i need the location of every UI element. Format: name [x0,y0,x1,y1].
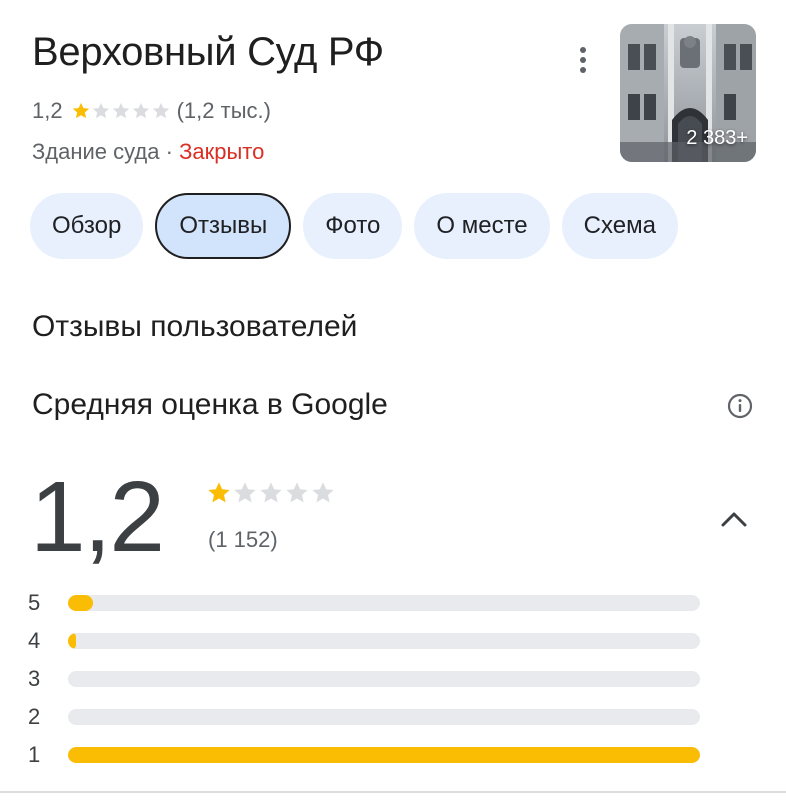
star-empty-icon [132,102,149,119]
chevron-up-icon [721,512,747,527]
star-empty-icon [260,482,282,503]
distribution-star-label: 4 [28,628,41,653]
rating-stars [71,101,171,121]
collapse-button[interactable] [714,502,754,536]
distribution-row: 5 [28,584,700,622]
distribution-bar-track [68,709,700,725]
average-stars [206,480,336,506]
tab-overview[interactable]: Обзор [30,193,144,259]
star-filled-icon [72,102,89,119]
distribution-bar-track [68,595,700,611]
star-empty-icon [312,482,334,503]
distribution-bar-track [68,747,700,763]
star-empty-icon [92,102,109,119]
place-title: Верховный Суд РФ [32,30,384,74]
more-options-button[interactable] [570,42,596,78]
category-status-line: Здание суда · Закрыто [32,139,264,165]
star-empty-icon [152,102,169,119]
distribution-row: 4 [28,622,700,660]
more-vert-icon [580,47,586,73]
distribution-bar-fill [68,633,76,649]
distribution-bar-fill [68,747,700,763]
photo-thumbnail[interactable]: 2 383+ [620,24,756,162]
photo-count: 2 383+ [686,127,748,149]
star-filled-icon [208,482,230,503]
star-empty-icon [234,482,256,503]
info-button[interactable] [726,392,754,420]
tab-bar: Обзор Отзывы Фото О месте Схема [30,193,678,259]
distribution-row: 3 [28,660,700,698]
distribution-bar-fill [68,595,94,611]
rating-distribution: 5 4 3 2 1 [28,584,700,774]
rating-value: 1,2 [32,98,63,123]
star-empty-icon [286,482,308,503]
star-empty-icon [112,102,129,119]
tab-about[interactable]: О месте [414,193,550,259]
divider [0,791,786,793]
average-rating-title: Средняя оценка в Google [32,388,388,421]
reviews-section-title: Отзывы пользователей [32,310,358,343]
distribution-star-label: 2 [28,704,41,729]
distribution-row: 1 [28,736,700,774]
distribution-star-label: 3 [28,666,41,691]
distribution-star-label: 1 [28,742,41,767]
separator-dot: · [165,139,173,164]
rating-summary[interactable]: 1,2 (1,2 тыс.) [32,98,271,124]
distribution-row: 2 [28,698,700,736]
rating-count: (1,2 тыс.) [176,98,271,123]
total-review-count: (1 152) [208,527,278,552]
distribution-star-label: 5 [28,590,41,615]
open-status: Закрыто [179,139,265,164]
tab-map[interactable]: Схема [561,193,678,259]
distribution-bar-track [68,633,700,649]
tab-reviews[interactable]: Отзывы [155,193,292,259]
average-score: 1,2 [30,461,165,573]
distribution-bar-track [68,671,700,687]
tab-photos[interactable]: Фото [303,193,403,259]
category-label: Здание суда [32,139,160,164]
info-icon [727,393,753,419]
